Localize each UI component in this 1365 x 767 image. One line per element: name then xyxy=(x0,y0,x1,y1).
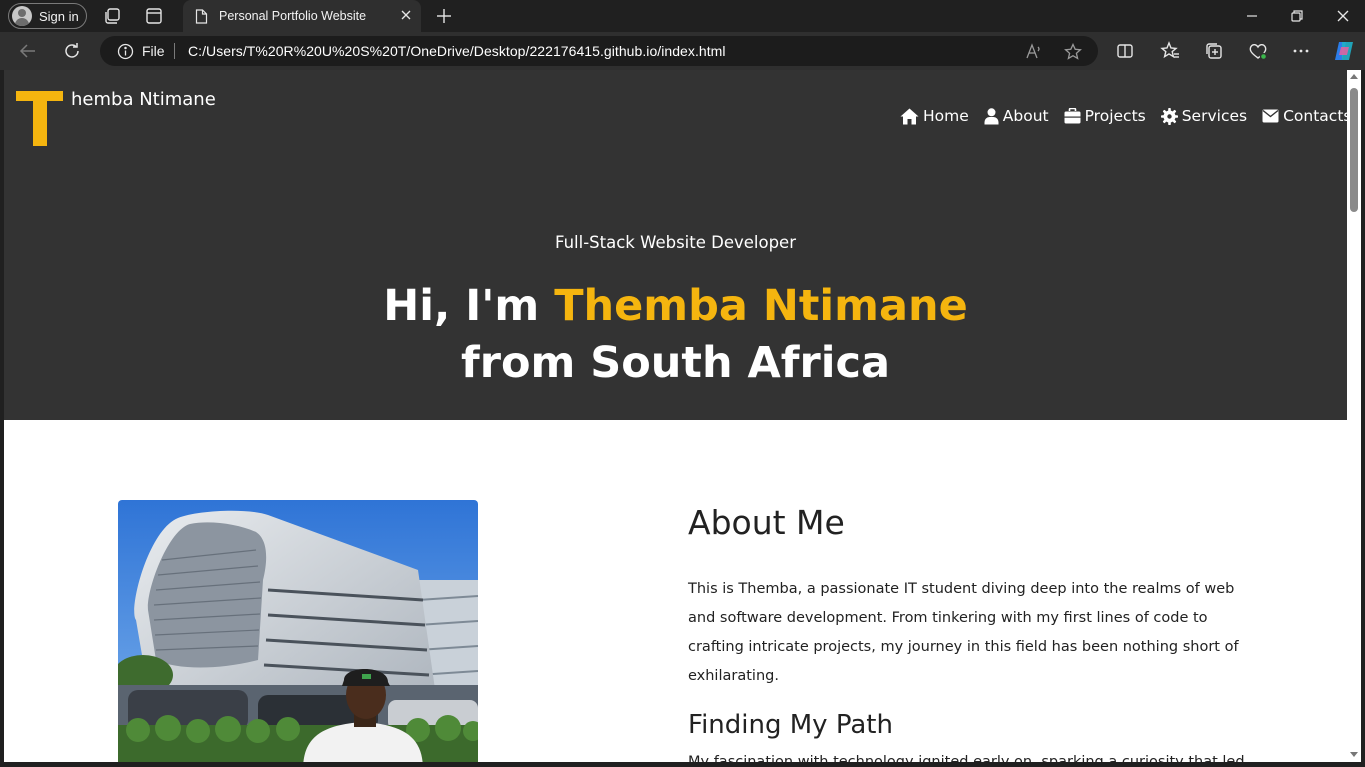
more-menu-icon[interactable] xyxy=(1290,40,1312,62)
headline-name: Themba Ntimane xyxy=(554,281,968,331)
nav-label-services: Services xyxy=(1181,107,1248,125)
nav-item-services[interactable]: Services xyxy=(1160,107,1248,125)
sign-in-button[interactable]: Sign in xyxy=(8,3,87,29)
nav-item-home[interactable]: Home xyxy=(900,107,969,125)
close-window-icon[interactable] xyxy=(1333,6,1353,26)
address-separator xyxy=(174,43,175,59)
envelope-icon xyxy=(1262,109,1279,123)
split-screen-icon[interactable] xyxy=(1114,40,1136,62)
back-arrow-icon[interactable] xyxy=(17,40,39,62)
profile-photo xyxy=(118,500,478,762)
main-nav: Home About Projects Services Contacts xyxy=(900,106,1347,126)
active-tab[interactable]: Personal Portfolio Website xyxy=(183,0,421,32)
scrollbar-thumb[interactable] xyxy=(1350,88,1358,212)
headline-line2: from South Africa xyxy=(461,338,890,388)
browser-tab-bar: Sign in Personal Portfolio Website xyxy=(0,0,1365,32)
profile-avatar-icon xyxy=(12,6,32,26)
workspaces-icon[interactable] xyxy=(103,6,123,26)
copilot-icon[interactable] xyxy=(1332,39,1354,61)
finding-path-text: My fascination with technology ignited e… xyxy=(688,754,1245,762)
hero-headline: Hi, I'm Themba Ntimane from South Africa xyxy=(4,278,1347,392)
address-scheme-label: File xyxy=(142,43,165,59)
scroll-up-arrow-icon[interactable] xyxy=(1350,74,1358,79)
window-bottom-edge xyxy=(0,762,1365,767)
logo-t-mark xyxy=(16,91,63,146)
nav-label-about: About xyxy=(1002,107,1049,125)
new-tab-icon[interactable] xyxy=(434,6,454,26)
favorites-icon[interactable] xyxy=(1159,40,1181,62)
refresh-icon[interactable] xyxy=(61,40,83,62)
read-aloud-icon[interactable] xyxy=(1025,43,1043,63)
hero-section: hemba Ntimane Home About Projects Servic… xyxy=(4,70,1347,420)
nav-item-about[interactable]: About xyxy=(984,107,1049,125)
nav-label-home: Home xyxy=(923,107,969,125)
restore-icon[interactable] xyxy=(1287,6,1307,26)
logo-name-text: hemba Ntimane xyxy=(71,89,216,110)
page-scrollbar[interactable] xyxy=(1347,70,1361,762)
browser-essentials-icon[interactable] xyxy=(1247,40,1269,62)
tab-actions-icon[interactable] xyxy=(144,6,164,26)
page-viewport: hemba Ntimane Home About Projects Servic… xyxy=(4,70,1347,762)
nav-item-projects[interactable]: Projects xyxy=(1064,107,1146,125)
browser-toolbar: File C:/Users/T%20R%20U%20S%20T/OneDrive… xyxy=(0,32,1365,70)
about-intro: This is Themba, a passionate IT student … xyxy=(688,581,1239,684)
home-icon xyxy=(900,108,919,124)
scroll-down-arrow-icon[interactable] xyxy=(1350,752,1358,757)
hero-tagline: Full-Stack Website Developer xyxy=(555,233,796,252)
tab-title: Personal Portfolio Website xyxy=(219,9,367,23)
address-bar[interactable]: File C:/Users/T%20R%20U%20S%20T/OneDrive… xyxy=(100,36,1098,66)
page-document-icon xyxy=(195,9,208,27)
nav-label-projects: Projects xyxy=(1084,107,1146,125)
minimize-icon[interactable] xyxy=(1242,6,1262,26)
collections-icon[interactable] xyxy=(1203,40,1225,62)
gear-icon xyxy=(1160,107,1178,125)
close-tab-icon[interactable] xyxy=(399,8,413,22)
finding-path-heading: Finding My Path xyxy=(688,710,893,740)
favorite-star-icon[interactable] xyxy=(1064,42,1082,63)
nav-label-contacts: Contacts xyxy=(1283,107,1347,125)
headline-prefix: Hi, I'm xyxy=(383,281,555,331)
briefcase-icon xyxy=(1064,108,1081,124)
about-section: About Me This is Themba, a passionate IT… xyxy=(688,501,1248,762)
sign-in-label: Sign in xyxy=(39,8,79,24)
nav-item-contacts[interactable]: Contacts xyxy=(1262,107,1347,125)
about-heading: About Me xyxy=(688,503,845,542)
site-info-icon[interactable] xyxy=(117,43,134,63)
user-icon xyxy=(984,107,999,124)
url-text[interactable]: C:/Users/T%20R%20U%20S%20T/OneDrive/Desk… xyxy=(188,43,726,59)
